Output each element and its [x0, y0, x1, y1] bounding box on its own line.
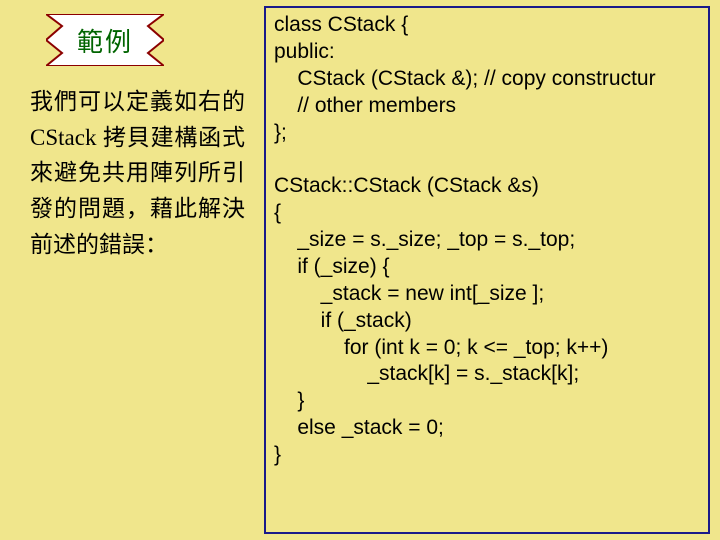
banner-label: 範例 — [46, 14, 164, 66]
description-text: 我們可以定義如右的 CStack 拷貝建構函式來避免共用陣列所引發的問題，藉此解… — [30, 84, 245, 262]
example-banner: 範例 — [46, 14, 164, 66]
code-block: class CStack { public: CStack (CStack &)… — [264, 6, 710, 534]
